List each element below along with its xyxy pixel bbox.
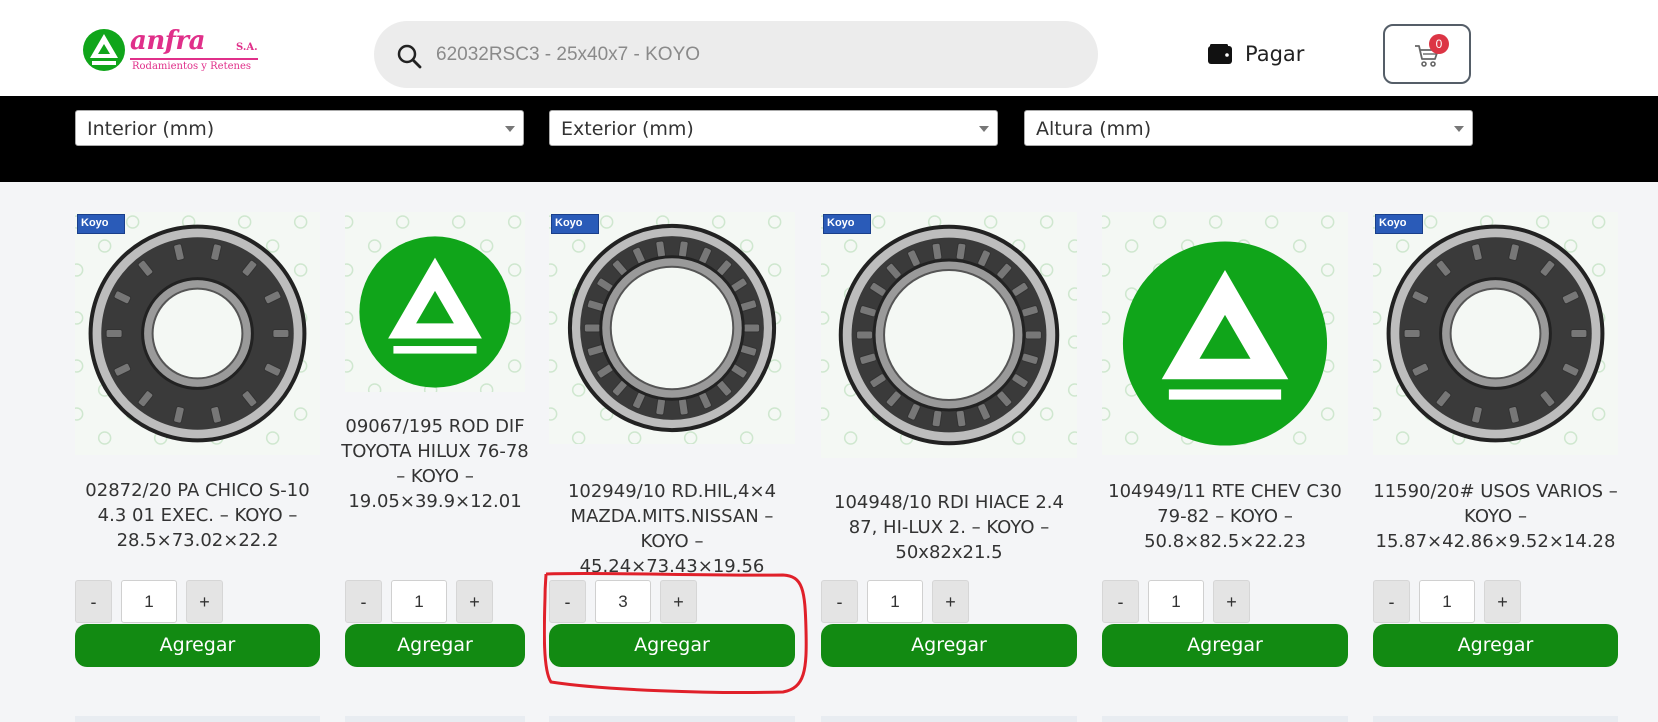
wallet-icon bbox=[1208, 44, 1232, 64]
koyo-brand-text: Koyo bbox=[827, 217, 855, 229]
filter-altura-select[interactable]: Altura (mm) bbox=[1024, 110, 1473, 146]
quantity-stepper: - + bbox=[1373, 580, 1521, 623]
product-image[interactable]: Koyo bbox=[549, 212, 795, 444]
product-title[interactable]: 02872/20 PA CHICO S-10 4.3 01 EXEC. – KO… bbox=[75, 478, 320, 553]
filter-exterior-label: Exterior (mm) bbox=[561, 118, 694, 140]
quantity-increment-button[interactable]: + bbox=[186, 580, 223, 623]
product-image[interactable]: Koyo bbox=[1373, 212, 1618, 455]
quantity-stepper: - + bbox=[1102, 580, 1250, 623]
filter-bar: Interior (mm) Exterior (mm) Altura (mm) bbox=[0, 96, 1658, 182]
filter-altura-label: Altura (mm) bbox=[1036, 118, 1152, 140]
site-logo[interactable]: anfra S.A. Rodamientos y Retenes bbox=[82, 26, 262, 78]
next-row-product-image bbox=[549, 716, 795, 722]
quantity-input[interactable] bbox=[391, 580, 447, 623]
pay-link[interactable]: Pagar bbox=[1207, 36, 1304, 72]
koyo-tapered-bearing-icon bbox=[821, 215, 1077, 446]
filter-interior-select[interactable]: Interior (mm) bbox=[75, 110, 524, 146]
quantity-input[interactable] bbox=[595, 580, 651, 623]
next-row-product-image bbox=[1373, 716, 1618, 722]
next-row-product-image bbox=[1102, 716, 1348, 722]
logo-brand: anfra bbox=[130, 26, 205, 56]
filter-interior-label: Interior (mm) bbox=[87, 118, 215, 140]
cart-button[interactable]: 0 bbox=[1383, 24, 1471, 84]
add-to-cart-button[interactable]: Agregar bbox=[549, 624, 795, 667]
quantity-decrement-button[interactable]: - bbox=[821, 580, 858, 623]
filter-exterior-select[interactable]: Exterior (mm) bbox=[549, 110, 998, 146]
koyo-brand-icon: Koyo bbox=[551, 214, 599, 234]
anfra-logo-icon bbox=[83, 29, 125, 71]
add-to-cart-button[interactable]: Agregar bbox=[1102, 624, 1348, 667]
quantity-increment-button[interactable]: + bbox=[660, 580, 697, 623]
koyo-brand-text: Koyo bbox=[555, 217, 583, 229]
quantity-stepper: - + bbox=[75, 580, 223, 623]
search-input[interactable] bbox=[436, 21, 1076, 88]
quantity-input[interactable] bbox=[1148, 580, 1204, 623]
quantity-input[interactable] bbox=[1419, 580, 1475, 623]
quantity-input[interactable] bbox=[121, 580, 177, 623]
quantity-increment-button[interactable]: + bbox=[1213, 580, 1250, 623]
koyo-brand-icon: Koyo bbox=[1375, 214, 1423, 234]
koyo-brand-text: Koyo bbox=[81, 217, 109, 229]
site-header: anfra S.A. Rodamientos y Retenes Pagar 0 bbox=[0, 0, 1658, 96]
next-row-product-image bbox=[345, 716, 525, 722]
product-title[interactable]: 104949/11 RTE CHEV C30 79-82 – KOYO – 50… bbox=[1102, 479, 1348, 554]
logo-tagline: Rodamientos y Retenes bbox=[132, 61, 252, 72]
next-row-product-image bbox=[821, 716, 1077, 722]
logo-sa: S.A. bbox=[236, 42, 258, 53]
add-to-cart-button[interactable]: Agregar bbox=[821, 624, 1077, 667]
search-bar[interactable] bbox=[374, 21, 1098, 88]
logo-divider bbox=[130, 58, 258, 60]
chevron-down-icon bbox=[979, 126, 989, 132]
pay-label: Pagar bbox=[1245, 42, 1305, 66]
product-image[interactable] bbox=[1102, 212, 1348, 455]
anfra-logo-icon bbox=[345, 215, 522, 392]
quantity-decrement-button[interactable]: - bbox=[345, 580, 382, 623]
quantity-decrement-button[interactable]: - bbox=[549, 580, 586, 623]
koyo-brand-icon: Koyo bbox=[823, 214, 871, 234]
quantity-decrement-button[interactable]: - bbox=[1373, 580, 1410, 623]
product-image[interactable] bbox=[345, 212, 525, 392]
product-title[interactable]: 104948/10 RDI HIACE 2.4 87, HI-LUX 2. – … bbox=[821, 490, 1077, 565]
product-title[interactable]: 09067/195 ROD DIF TOYOTA HILUX 76-78 – K… bbox=[340, 414, 530, 514]
product-title[interactable]: 102949/10 RD.HIL,4×4 MAZDA.MITS.NISSAN –… bbox=[549, 479, 795, 579]
quantity-input[interactable] bbox=[867, 580, 923, 623]
add-to-cart-button[interactable]: Agregar bbox=[345, 624, 525, 667]
koyo-bearing-icon bbox=[1373, 215, 1606, 445]
add-to-cart-button[interactable]: Agregar bbox=[1373, 624, 1618, 667]
koyo-tapered-bearing-icon bbox=[549, 215, 782, 444]
quantity-stepper: - + bbox=[821, 580, 969, 623]
koyo-bearing-icon bbox=[75, 215, 308, 445]
product-title[interactable]: 11590/20# USOS VARIOS – KOYO – 15.87×42.… bbox=[1373, 479, 1618, 554]
quantity-decrement-button[interactable]: - bbox=[75, 580, 112, 623]
koyo-brand-icon: Koyo bbox=[77, 214, 125, 234]
quantity-decrement-button[interactable]: - bbox=[1102, 580, 1139, 623]
search-icon[interactable] bbox=[396, 43, 422, 69]
cart-count-badge: 0 bbox=[1429, 34, 1449, 54]
product-image[interactable]: Koyo bbox=[75, 212, 320, 455]
quantity-increment-button[interactable]: + bbox=[932, 580, 969, 623]
product-image[interactable]: Koyo bbox=[821, 212, 1077, 458]
koyo-brand-text: Koyo bbox=[1379, 217, 1407, 229]
chevron-down-icon bbox=[1454, 126, 1464, 132]
add-to-cart-button[interactable]: Agregar bbox=[75, 624, 320, 667]
quantity-stepper: - + bbox=[345, 580, 493, 623]
quantity-increment-button[interactable]: + bbox=[1484, 580, 1521, 623]
quantity-increment-button[interactable]: + bbox=[456, 580, 493, 623]
anfra-logo-icon bbox=[1102, 215, 1335, 446]
next-row-product-image bbox=[75, 716, 320, 722]
chevron-down-icon bbox=[505, 126, 515, 132]
quantity-stepper: - + bbox=[549, 580, 697, 623]
